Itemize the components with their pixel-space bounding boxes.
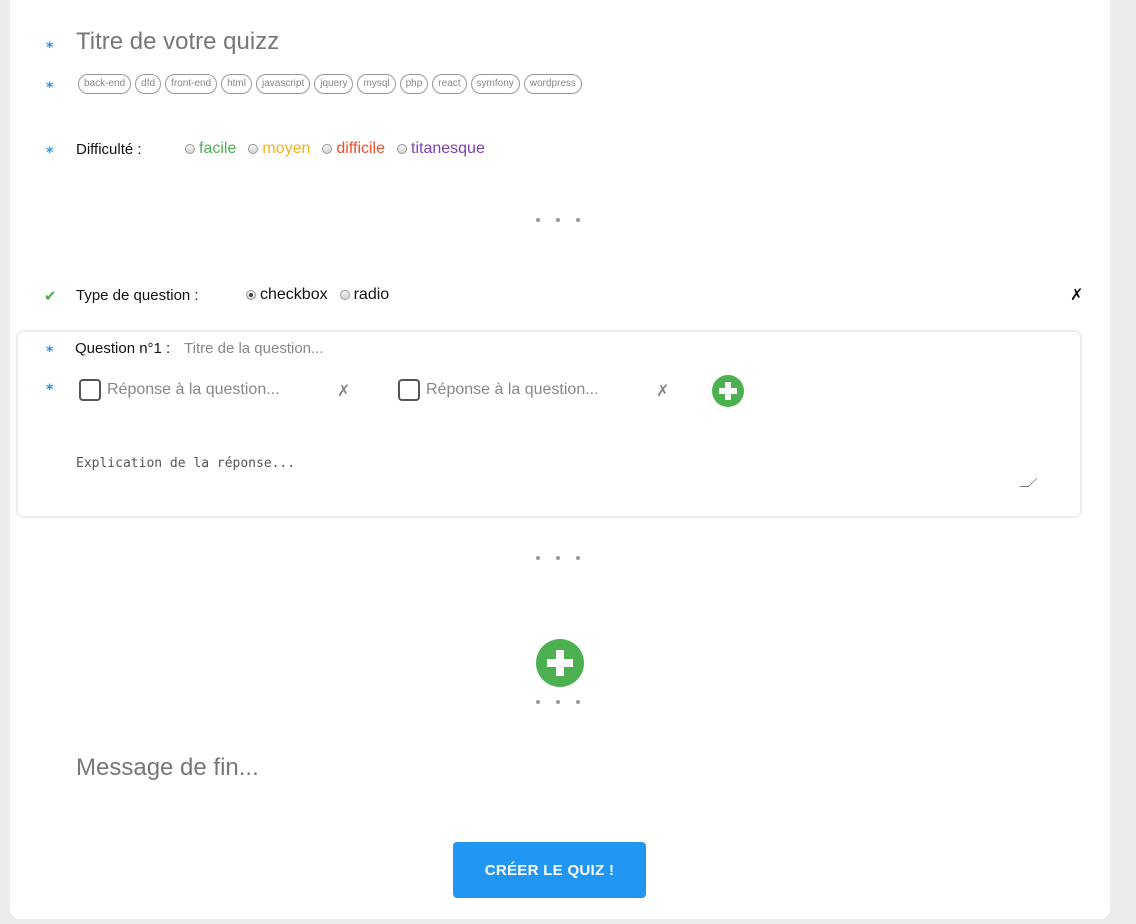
difficulty-label-difficile: difficile	[336, 140, 386, 157]
checkmark-icon: ✔	[44, 287, 57, 305]
answer-row-2: Réponse à la question... ✗	[398, 379, 669, 401]
question-type-options: checkbox radio	[246, 286, 401, 304]
tag-list: back-end dfd front-end html javascript j…	[78, 74, 582, 94]
required-asterisk-icon: *	[46, 382, 54, 398]
radio-icon[interactable]	[397, 144, 408, 154]
tag-html[interactable]: html	[221, 74, 252, 94]
difficulty-options: facile moyen difficile titanesque	[185, 140, 497, 158]
tag-symfony[interactable]: symfony	[470, 74, 520, 94]
section-separator	[536, 700, 580, 704]
answer-input[interactable]: Réponse à la question...	[107, 381, 337, 399]
required-asterisk-icon: *	[46, 40, 54, 56]
delete-answer-icon[interactable]: ✗	[656, 381, 669, 400]
difficulty-label: Difficulté :	[76, 141, 142, 158]
answer-correct-checkbox[interactable]	[398, 379, 420, 401]
difficulty-option-titanesque[interactable]: titanesque	[397, 140, 485, 158]
tag-dfd[interactable]: dfd	[135, 74, 162, 94]
tag-mysql[interactable]: mysql	[357, 74, 396, 94]
question-title-input[interactable]: Titre de la question...	[184, 340, 324, 357]
tag-jquery[interactable]: jquery	[314, 74, 354, 94]
difficulty-option-moyen[interactable]: moyen	[248, 140, 310, 158]
radio-icon[interactable]	[185, 144, 195, 154]
question-box	[16, 330, 1082, 518]
tag-back-end[interactable]: back-end	[78, 74, 132, 94]
question-number-label: Question n°1 :	[75, 340, 171, 357]
delete-answer-icon[interactable]: ✗	[337, 381, 350, 400]
add-answer-button[interactable]	[712, 375, 744, 407]
radio-icon[interactable]	[322, 144, 333, 154]
required-asterisk-icon: *	[46, 145, 54, 161]
radio-selected-icon[interactable]	[246, 290, 256, 300]
question-type-checkbox-label: checkbox	[260, 286, 328, 303]
tag-php[interactable]: php	[399, 74, 429, 94]
tag-wordpress[interactable]: wordpress	[523, 74, 582, 94]
section-separator	[536, 556, 580, 560]
answer-input[interactable]: Réponse à la question...	[426, 381, 656, 399]
explanation-textarea[interactable]: Explication de la réponse...	[76, 456, 295, 471]
difficulty-label-moyen: moyen	[262, 140, 311, 157]
tag-front-end[interactable]: front-end	[165, 74, 218, 94]
difficulty-label-titanesque: titanesque	[411, 140, 485, 157]
radio-icon[interactable]	[248, 144, 259, 154]
difficulty-option-difficile[interactable]: difficile	[322, 140, 385, 158]
add-question-button[interactable]	[536, 639, 584, 687]
answer-row-1: Réponse à la question... ✗	[79, 379, 350, 401]
question-type-radio[interactable]: radio	[339, 286, 390, 304]
tag-javascript[interactable]: javascript	[255, 74, 311, 94]
remove-question-icon[interactable]: ✗	[1070, 285, 1083, 304]
required-asterisk-icon: *	[46, 344, 54, 360]
answer-correct-checkbox[interactable]	[79, 379, 101, 401]
quiz-title-input[interactable]: Titre de votre quizz	[76, 28, 279, 56]
create-quiz-button[interactable]: CRÉER LE QUIZ !	[453, 842, 646, 898]
radio-icon[interactable]	[339, 290, 350, 300]
end-message-input[interactable]: Message de fin...	[76, 754, 259, 782]
difficulty-option-facile[interactable]: facile	[185, 140, 236, 158]
question-type-checkbox[interactable]: checkbox	[246, 286, 328, 304]
question-type-label: Type de question :	[76, 287, 199, 304]
required-asterisk-icon: *	[46, 80, 54, 96]
section-separator	[536, 218, 580, 222]
tag-react[interactable]: react	[432, 74, 467, 94]
difficulty-label-facile: facile	[199, 140, 237, 157]
question-type-radio-label: radio	[353, 286, 390, 303]
